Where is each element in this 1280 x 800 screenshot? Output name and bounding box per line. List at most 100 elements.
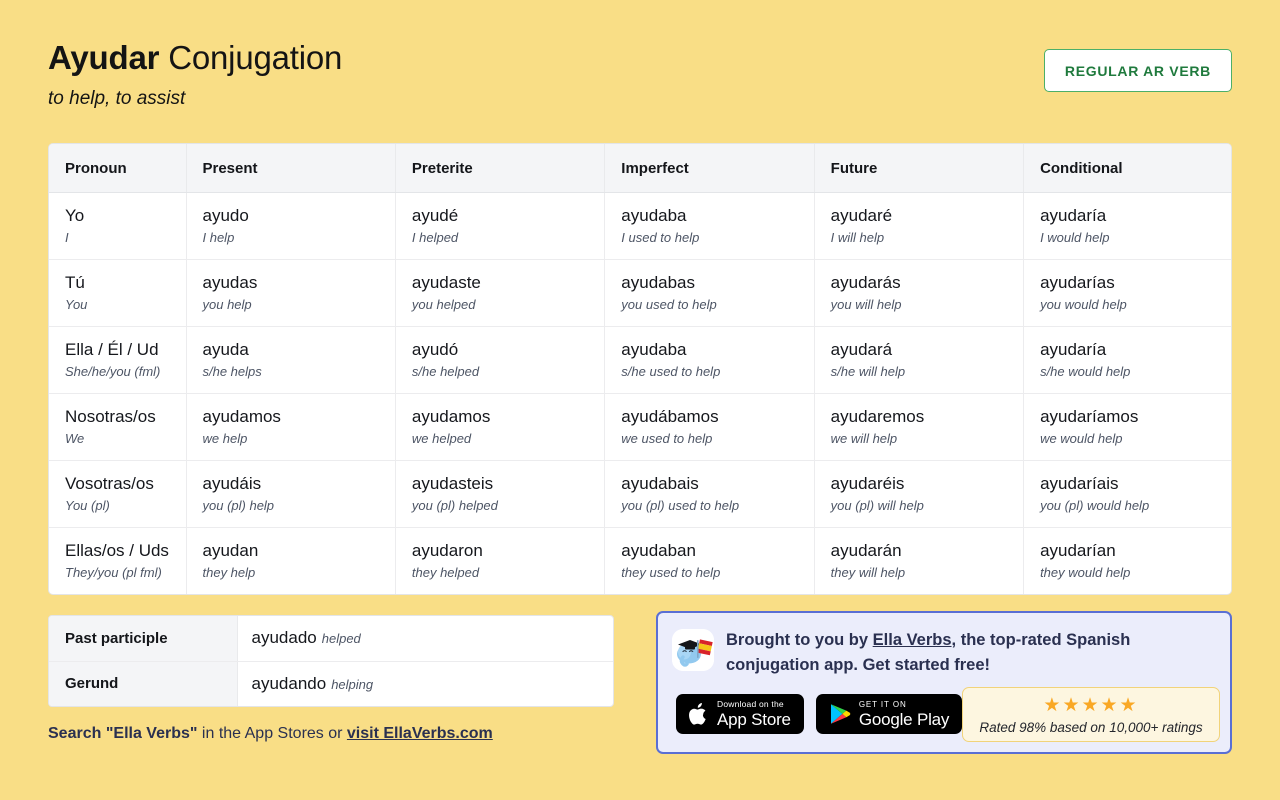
column-header-imperfect: Imperfect	[605, 144, 814, 193]
conjugation-cell-conditional: ayudarían they would help	[1024, 528, 1232, 595]
conjugation-cell-future: ayudará s/he will help	[814, 327, 1023, 394]
pronoun-cell: Ella / Él / Ud She/he/you (fml)	[49, 327, 186, 394]
conjugation-form: ayuda	[203, 339, 395, 361]
conjugation-cell-future: ayudaréis you (pl) will help	[814, 461, 1023, 528]
conjugation-form: ayudaríamos	[1040, 406, 1232, 428]
conjugation-cell-conditional: ayudarías you would help	[1024, 260, 1232, 327]
star-rating-icon: ★★★★★	[1043, 696, 1138, 716]
search-prompt-bold: Search "Ella Verbs"	[48, 725, 197, 742]
conjugation-cell-present: ayuda s/he helps	[186, 327, 395, 394]
ella-verbs-link[interactable]: Ella Verbs	[873, 631, 952, 649]
conjugation-cell-imperfect: ayudaba I used to help	[605, 193, 814, 260]
conjugation-cell-imperfect: ayudabas you used to help	[605, 260, 814, 327]
conjugation-cell-conditional: ayudaríais you (pl) would help	[1024, 461, 1232, 528]
conjugation-form: ayudan	[203, 540, 395, 562]
conjugation-translation: you will help	[831, 296, 1023, 314]
conjugation-cell-present: ayudas you help	[186, 260, 395, 327]
pronoun-cell: Nosotras/os We	[49, 394, 186, 461]
app-store-big-label: App Store	[717, 711, 791, 728]
promo-text-before: Brought to you by	[726, 631, 873, 649]
conjugation-form: ayudó	[412, 339, 604, 361]
conjugation-translation: we used to help	[621, 430, 813, 448]
conjugation-translation: they help	[203, 564, 395, 582]
conjugation-form: ayudaban	[621, 540, 813, 562]
conjugation-translation: I used to help	[621, 229, 813, 247]
conjugation-form: ayudaréis	[831, 473, 1023, 495]
conjugation-cell-imperfect: ayudábamos we used to help	[605, 394, 814, 461]
form-value-past-participle: ayudadohelped	[237, 616, 613, 661]
conjugation-translation: you helped	[412, 296, 604, 314]
ella-verbs-app-icon	[672, 629, 714, 671]
conjugation-translation: they used to help	[621, 564, 813, 582]
table-row: Ella / Él / Ud She/he/you (fml) ayuda s/…	[49, 327, 1232, 394]
conjugation-form: ayudo	[203, 205, 395, 227]
conjugation-cell-future: ayudarás you will help	[814, 260, 1023, 327]
column-header-preterite: Preterite	[395, 144, 604, 193]
conjugation-cell-present: ayudáis you (pl) help	[186, 461, 395, 528]
conjugation-translation: I will help	[831, 229, 1023, 247]
conjugation-cell-future: ayudaré I will help	[814, 193, 1023, 260]
promo-header: Brought to you by Ella Verbs, the top-ra…	[672, 628, 1220, 678]
conjugation-form: ayudabais	[621, 473, 813, 495]
gerund-translation: helping	[331, 677, 373, 692]
column-header-future: Future	[814, 144, 1023, 193]
table-row: Gerund ayudando helping	[49, 661, 613, 706]
pronoun-translation: You (pl)	[65, 497, 186, 515]
conjugation-form: ayudaremos	[831, 406, 1023, 428]
conjugation-form: ayudamos	[203, 406, 395, 428]
conjugation-cell-preterite: ayudamos we helped	[395, 394, 604, 461]
conjugation-translation: s/he helped	[412, 363, 604, 381]
app-store-button[interactable]: Download on the App Store	[676, 694, 804, 734]
form-label-past-participle: Past participle	[49, 616, 237, 661]
rating-box: ★★★★★ Rated 98% based on 10,000+ ratings	[962, 687, 1220, 742]
past-participle-form: ayudado	[252, 628, 317, 647]
pronoun-text: Yo	[65, 205, 186, 227]
table-row: Yo I ayudo I help ayudé I helped ayudaba…	[49, 193, 1232, 260]
table-row: Tú You ayudas you help ayudaste you help…	[49, 260, 1232, 327]
verb-forms-table-container: Past participle ayudadohelped Gerund ayu…	[48, 615, 614, 707]
pronoun-cell: Yo I	[49, 193, 186, 260]
pronoun-text: Vosotras/os	[65, 473, 186, 495]
conjugation-form: ayudasteis	[412, 473, 604, 495]
conjugation-table-container: Pronoun Present Preterite Imperfect Futu…	[48, 143, 1232, 595]
conjugation-form: ayudas	[203, 272, 395, 294]
google-play-icon	[829, 702, 851, 726]
conjugation-translation: they will help	[831, 564, 1023, 582]
pronoun-cell: Tú You	[49, 260, 186, 327]
conjugation-form: ayudaste	[412, 272, 604, 294]
ellaverbs-website-link[interactable]: visit EllaVerbs.com	[347, 725, 493, 742]
conjugation-form: ayudamos	[412, 406, 604, 428]
conjugation-translation: s/he used to help	[621, 363, 813, 381]
google-play-button[interactable]: GET IT ON Google Play	[816, 694, 962, 734]
gerund-form: ayudando	[252, 674, 327, 693]
pronoun-translation: We	[65, 430, 186, 448]
verb-name: Ayudar	[48, 39, 159, 76]
verb-type-badge: REGULAR AR VERB	[1044, 49, 1232, 92]
table-header-row: Pronoun Present Preterite Imperfect Futu…	[49, 144, 1232, 193]
pronoun-translation: I	[65, 229, 186, 247]
search-prompt-middle: in the App Stores or	[197, 725, 346, 742]
conjugation-cell-preterite: ayudé I helped	[395, 193, 604, 260]
conjugation-translation: you (pl) would help	[1040, 497, 1232, 515]
conjugation-translation: you used to help	[621, 296, 813, 314]
conjugation-translation: we would help	[1040, 430, 1232, 448]
conjugation-translation: s/he helps	[203, 363, 395, 381]
conjugation-translation: they helped	[412, 564, 604, 582]
pronoun-text: Ella / Él / Ud	[65, 339, 186, 361]
promo-text: Brought to you by Ella Verbs, the top-ra…	[726, 628, 1220, 678]
conjugation-translation: I help	[203, 229, 395, 247]
conjugation-form: ayudábamos	[621, 406, 813, 428]
conjugation-translation: you (pl) help	[203, 497, 395, 515]
search-prompt: Search "Ella Verbs" in the App Stores or…	[48, 723, 493, 745]
pronoun-text: Tú	[65, 272, 186, 294]
conjugation-form: ayudaríais	[1040, 473, 1232, 495]
conjugation-cell-imperfect: ayudaban they used to help	[605, 528, 814, 595]
conjugation-translation: I helped	[412, 229, 604, 247]
form-label-gerund: Gerund	[49, 661, 237, 706]
page-title-suffix: Conjugation	[159, 39, 342, 76]
form-value-gerund: ayudando helping	[237, 661, 613, 706]
conjugation-cell-preterite: ayudasteis you (pl) helped	[395, 461, 604, 528]
conjugation-form: ayudaré	[831, 205, 1023, 227]
conjugation-form: ayudaron	[412, 540, 604, 562]
conjugation-form: ayudaba	[621, 339, 813, 361]
